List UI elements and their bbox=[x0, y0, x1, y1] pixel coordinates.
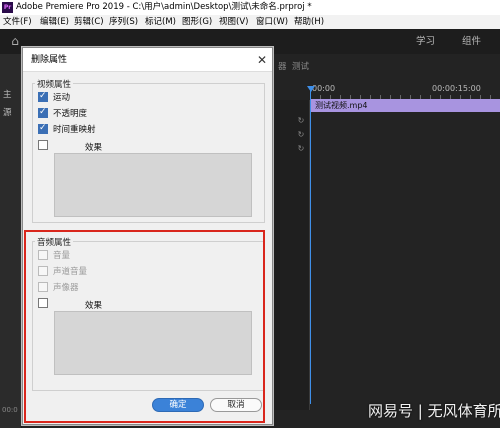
cancel-button[interactable]: 取消 bbox=[210, 398, 262, 412]
menu-help[interactable]: 帮助(H) bbox=[294, 15, 324, 29]
timeline-tab-sequence[interactable]: 测试 bbox=[292, 58, 309, 76]
video-effects-list[interactable] bbox=[54, 153, 252, 217]
menu-view[interactable]: 视图(V) bbox=[219, 15, 248, 29]
workspace-tab-learn[interactable]: 学习 bbox=[416, 29, 435, 54]
time-start: 00:00 bbox=[312, 84, 336, 93]
panel-label-source: 源 bbox=[3, 108, 12, 118]
ok-button[interactable]: 确定 bbox=[152, 398, 204, 412]
time-remap-checkbox[interactable] bbox=[38, 123, 48, 134]
sync-lock-icon[interactable]: ↻ bbox=[296, 130, 306, 140]
source-panel: 主 源 bbox=[0, 54, 22, 428]
playhead-handle-icon[interactable] bbox=[307, 86, 315, 92]
motion-checkbox[interactable] bbox=[38, 91, 48, 102]
window-title: Adobe Premiere Pro 2019 - C:\用户\admin\De… bbox=[16, 2, 312, 12]
menu-marker[interactable]: 标记(M) bbox=[145, 15, 176, 29]
track-headers: ↻ ↻ ↻ bbox=[270, 100, 310, 410]
menu-bar: 文件(F) 编辑(E) 剪辑(C) 序列(S) 标记(M) 图形(G) 视图(V… bbox=[0, 15, 500, 29]
video-clip[interactable]: 测试视频.mp4 bbox=[311, 99, 500, 112]
highlight-outline bbox=[24, 230, 265, 423]
menu-file[interactable]: 文件(F) bbox=[3, 15, 32, 29]
timeline-tabs: 器 测试 bbox=[270, 58, 500, 76]
video-effects-label: 效果 bbox=[85, 143, 103, 153]
sync-lock-icon[interactable]: ↻ bbox=[296, 144, 306, 154]
menu-window[interactable]: 窗口(W) bbox=[256, 15, 288, 29]
menu-edit[interactable]: 编辑(E) bbox=[40, 15, 69, 29]
premiere-app-icon: Pr bbox=[2, 2, 13, 13]
window-titlebar: Pr Adobe Premiere Pro 2019 - C:\用户\admin… bbox=[0, 0, 500, 15]
playhead-line[interactable] bbox=[310, 86, 311, 404]
opacity-label: 不透明度 bbox=[53, 109, 88, 119]
bottom-timecode: 00:0 bbox=[2, 406, 18, 414]
sync-lock-icon[interactable]: ↻ bbox=[296, 116, 306, 126]
panel-label-main: 主 bbox=[3, 90, 12, 100]
watermark: 网易号 | 无风体育所 bbox=[368, 402, 500, 420]
menu-sequence[interactable]: 序列(S) bbox=[109, 15, 138, 29]
workspace-tab-assembly[interactable]: 组件 bbox=[462, 29, 481, 54]
motion-label: 运动 bbox=[53, 93, 71, 103]
menu-clip[interactable]: 剪辑(C) bbox=[74, 15, 104, 29]
dialog-title: 删除属性 bbox=[23, 48, 272, 72]
video-group-label: 视频属性 bbox=[35, 78, 74, 90]
time-mark: 00:00:15:00 bbox=[432, 84, 481, 93]
close-icon[interactable]: ✕ bbox=[255, 53, 269, 67]
video-effects-checkbox[interactable] bbox=[38, 140, 48, 150]
time-remap-label: 时间重映射 bbox=[53, 125, 96, 135]
panel-tab-fragment[interactable]: 器 bbox=[278, 58, 287, 76]
menu-graphics[interactable]: 图形(G) bbox=[182, 15, 212, 29]
opacity-checkbox[interactable] bbox=[38, 107, 48, 118]
home-icon[interactable]: ⌂ bbox=[7, 34, 23, 48]
